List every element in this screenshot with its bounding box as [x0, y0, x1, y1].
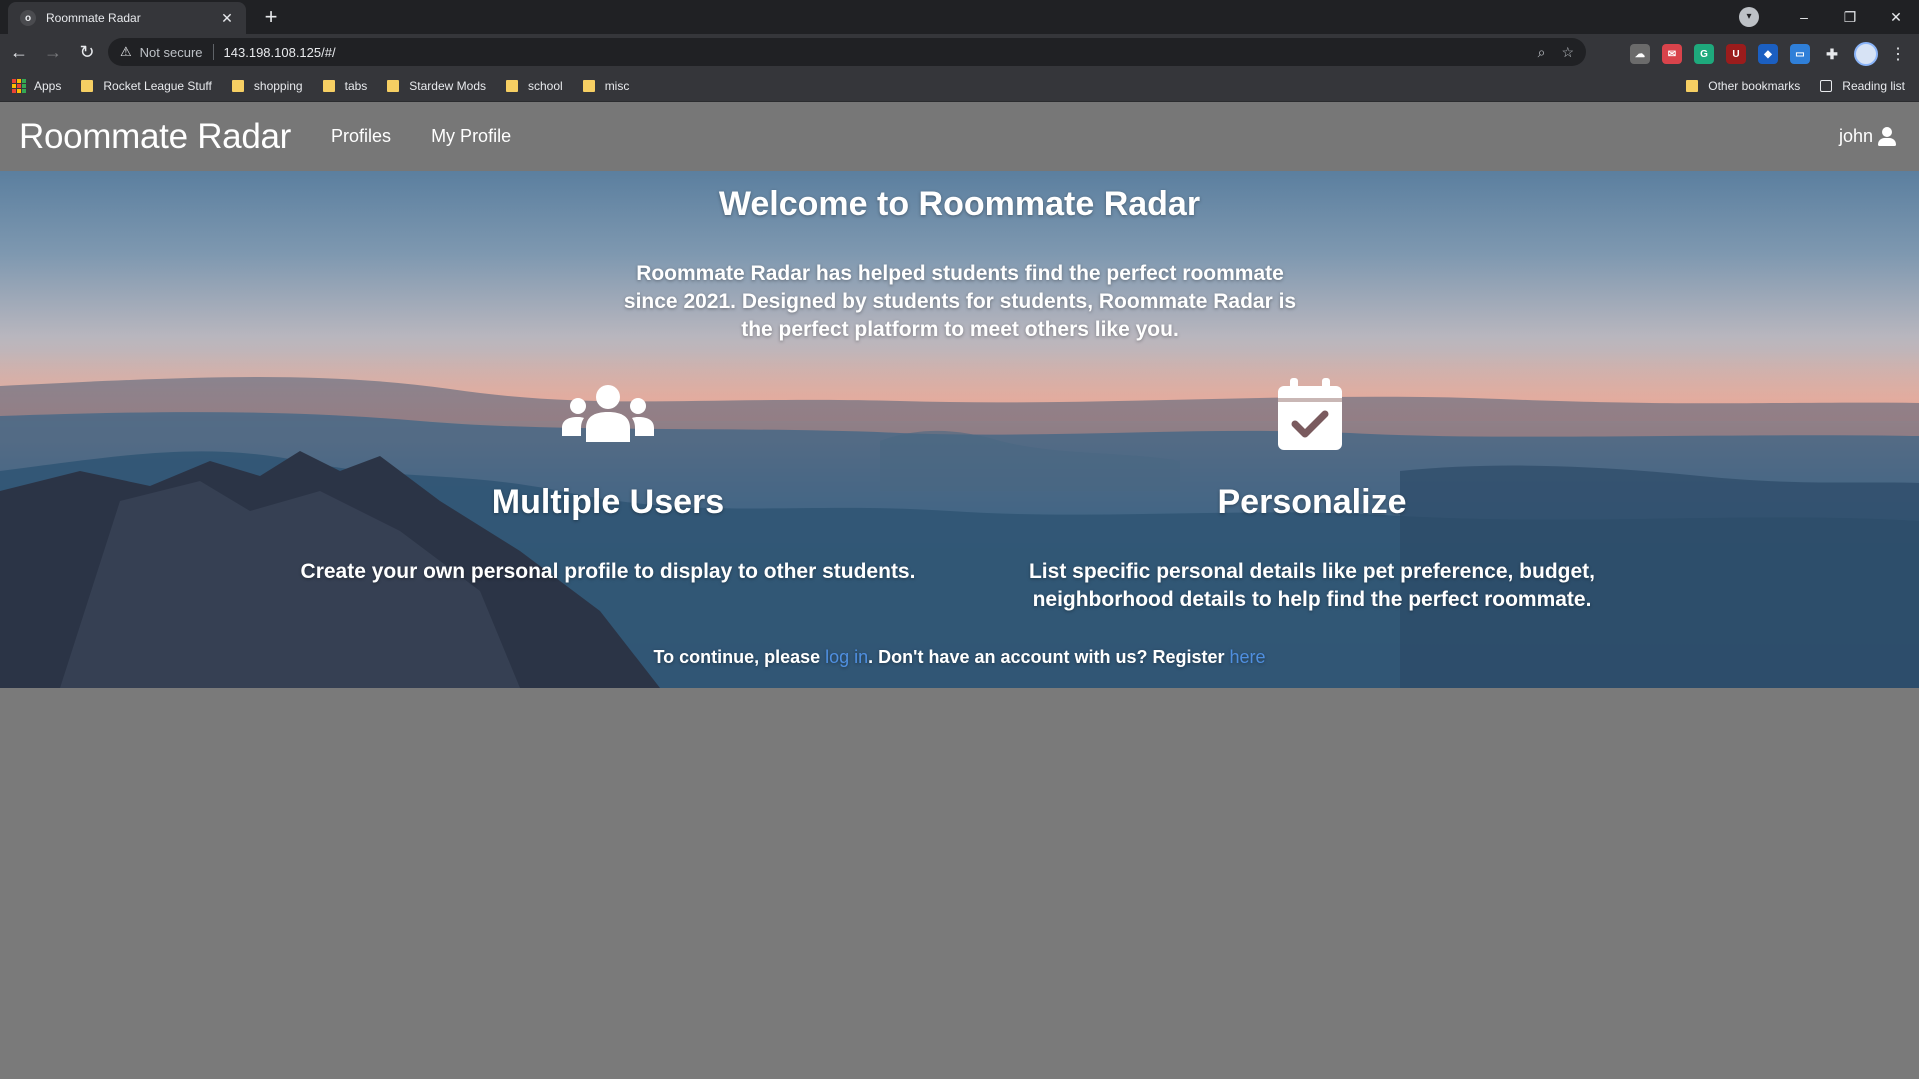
window-controls: ▾ – ❐ ✕ [1739, 0, 1919, 34]
extension-cloud-icon[interactable]: ☁ [1630, 44, 1650, 64]
back-arrow-icon[interactable]: ← [4, 37, 34, 67]
bookmark-label: Apps [34, 78, 62, 93]
bookmarks-bar: Apps Rocket League Stuff shopping tabs S… [0, 70, 1919, 102]
nav-profiles-link[interactable]: Profiles [331, 126, 391, 147]
warning-triangle-icon[interactable]: ⚠ [120, 44, 132, 60]
user-icon [1877, 126, 1897, 147]
bookmark-label: shopping [253, 78, 303, 93]
bookmark-label: tabs [344, 78, 368, 93]
browser-tab[interactable]: o Roommate Radar ✕ [8, 2, 246, 34]
hero-title: Welcome to Roommate Radar [718, 185, 1201, 223]
extension-shield-icon[interactable]: ◆ [1758, 44, 1778, 64]
site-favicon-icon: o [20, 10, 36, 26]
apps-grid-icon [12, 78, 26, 93]
bookmark-star-icon[interactable]: ☆ [1561, 44, 1574, 61]
login-link[interactable]: log in [825, 647, 868, 667]
bookmark-folder[interactable]: misc [582, 78, 630, 93]
profile-avatar[interactable] [1854, 42, 1878, 66]
bookmark-folder[interactable]: school [506, 79, 563, 93]
nav-my-profile-link[interactable]: My Profile [431, 126, 511, 147]
other-bookmarks[interactable]: Other bookmarks [1686, 79, 1800, 93]
bookmark-label: Stardew Mods [409, 78, 486, 93]
bookmark-folder[interactable]: shopping [231, 78, 303, 93]
cta-line: To continue, please log in. Don't have a… [0, 647, 1919, 668]
folder-icon [506, 79, 518, 92]
browser-tabstrip: o Roommate Radar ✕ + ▾ – ❐ ✕ [0, 0, 1919, 34]
other-bookmarks-label: Other bookmarks [1708, 79, 1801, 93]
folder-icon [1686, 80, 1699, 92]
extensions-puzzle-icon[interactable]: ✚ [1822, 44, 1842, 64]
hero-content: Welcome to Roommate Radar Roommate Radar… [0, 171, 1919, 688]
menu-kebab-icon[interactable]: ⋮ [1890, 44, 1906, 64]
minimize-button[interactable]: – [1781, 0, 1827, 34]
register-link[interactable]: here [1230, 647, 1266, 667]
feature-personalize: Personalize List specific personal detai… [962, 483, 1662, 614]
forward-arrow-icon[interactable]: → [38, 37, 68, 67]
omnibox-divider [212, 44, 214, 60]
folder-icon [387, 79, 400, 92]
users-icon [562, 385, 654, 442]
feature-text: List specific personal details like pet … [1028, 560, 1595, 611]
feature-text: Create your own personal profile to disp… [300, 560, 916, 583]
new-tab-button[interactable]: + [258, 4, 284, 30]
extension-ublock-icon[interactable]: U [1726, 44, 1746, 64]
extension-icons: ☁ ✉ G U ◆ ▭ ✚ ⋮ [1630, 42, 1906, 66]
cta-middle: . Don't have an account with us? Registe… [868, 647, 1230, 667]
browser-toolbar: ← → ↻ ⚠ Not secure 143.198.108.125/#/ ⌕ … [0, 34, 1919, 70]
extension-screen-icon[interactable]: ▭ [1790, 44, 1810, 64]
hero-intro: Roommate Radar has helped students find … [623, 262, 1297, 341]
bookmark-label: school [528, 78, 563, 93]
feature-title: Personalize [1217, 483, 1407, 521]
page-empty-area [0, 688, 1919, 1079]
folder-icon [582, 79, 595, 92]
username: john [1838, 126, 1873, 146]
reading-list[interactable]: Reading list [1820, 79, 1905, 93]
reading-list-label: Reading list [1842, 79, 1905, 93]
cta-prefix: To continue, please [653, 647, 826, 667]
bookmark-folder[interactable]: tabs [322, 78, 368, 93]
folder-icon [231, 79, 244, 92]
address-bar[interactable]: ⚠ Not secure 143.198.108.125/#/ ⌕ ☆ [108, 38, 1586, 66]
folder-icon [81, 79, 94, 92]
calendar-check-icon [1278, 378, 1342, 450]
bookmark-label: Rocket League Stuff [103, 78, 212, 93]
reading-list-icon [1820, 80, 1833, 92]
bookmarks-right: Other bookmarks Reading list [1686, 70, 1905, 102]
extension-grammar-icon[interactable]: G [1694, 44, 1714, 64]
tab-title: Roommate Radar [46, 11, 141, 25]
hero-section: Welcome to Roommate Radar Roommate Radar… [0, 171, 1919, 688]
extension-mail-icon[interactable]: ✉ [1662, 44, 1682, 64]
url-text[interactable]: 143.198.108.125/#/ [224, 45, 1522, 60]
feature-title: Multiple Users [491, 483, 725, 521]
bookmark-folder[interactable]: Rocket League Stuff [81, 79, 212, 93]
feature-multiple-users: Multiple Users Create your own personal … [258, 483, 958, 586]
user-menu[interactable]: john [1839, 102, 1897, 171]
tab-search-icon[interactable]: ▾ [1739, 7, 1759, 27]
zoom-icon[interactable]: ⌕ [1538, 44, 1546, 61]
security-label[interactable]: Not secure [140, 45, 203, 60]
tab-close-icon[interactable]: ✕ [218, 10, 236, 27]
site-brand[interactable]: Roommate Radar [19, 117, 291, 157]
bookmark-label: misc [604, 78, 630, 93]
restore-button[interactable]: ❐ [1827, 0, 1873, 34]
bookmark-folder[interactable]: Stardew Mods [387, 79, 486, 93]
bookmark-apps[interactable]: Apps [12, 78, 62, 93]
site-navbar: Roommate Radar Profiles My Profile john [0, 102, 1919, 171]
folder-icon [322, 79, 335, 92]
reload-icon[interactable]: ↻ [72, 37, 102, 67]
close-window-button[interactable]: ✕ [1873, 0, 1919, 34]
